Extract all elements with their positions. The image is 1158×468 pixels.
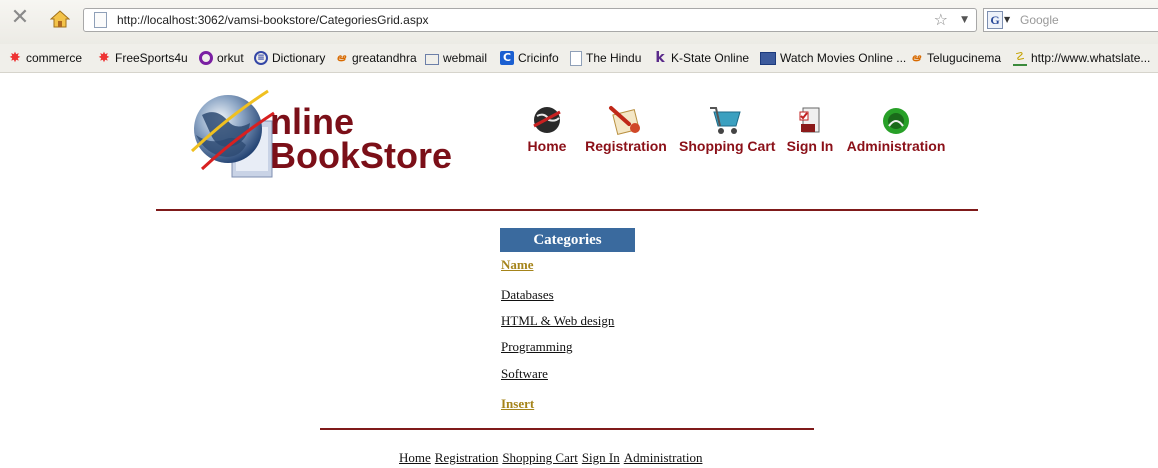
bookmark-label: Cricinfo: [518, 51, 559, 65]
search-input[interactable]: Google: [1020, 9, 1059, 31]
site-logo: nline BookStore: [188, 85, 453, 189]
footer-link-administration[interactable]: Administration: [624, 450, 703, 465]
kstate-icon: k: [655, 50, 665, 66]
bookmark-whatslate[interactable]: ☡ http://www.whatslate...: [1013, 44, 1150, 72]
bookmark-freesports4u[interactable]: ✸ FreeSports4u: [97, 44, 188, 72]
bookmark-label: Watch Movies Online ...: [780, 51, 907, 65]
film-icon: [760, 51, 776, 65]
footer-link-sign-in[interactable]: Sign In: [582, 450, 620, 465]
bookmark-watch-movies[interactable]: Watch Movies Online ...: [760, 44, 906, 72]
header-divider: [156, 209, 978, 211]
footer-link-registration[interactable]: Registration: [435, 450, 499, 465]
dropdown-arrow-icon[interactable]: ▼: [961, 9, 968, 31]
commerce-icon: ✸: [9, 50, 21, 66]
nav-home[interactable]: Home: [522, 104, 572, 154]
stop-icon[interactable]: ✕: [10, 7, 30, 29]
administration-icon: [883, 108, 909, 134]
cricinfo-icon: C: [500, 51, 514, 65]
commerce-icon: ✸: [98, 50, 110, 66]
link-icon: ☡: [1013, 50, 1027, 66]
telugu-icon: ఆ: [911, 51, 921, 64]
bookmark-label: Telugucinema: [927, 51, 1002, 65]
globe-icon: [190, 89, 275, 178]
nav-administration[interactable]: Administration: [844, 104, 948, 154]
bookmark-label: http://www.whatslate...: [1031, 51, 1151, 65]
dictionary-icon: ≡: [254, 51, 268, 65]
bookmark-label: FreeSports4u: [115, 51, 188, 65]
registration-icon: [609, 106, 640, 135]
url-text[interactable]: http://localhost:3062/vamsi-bookstore/Ca…: [117, 9, 429, 31]
address-bar[interactable]: http://localhost:3062/vamsi-bookstore/Ca…: [83, 8, 977, 32]
browser-navigation-bar: ✕ http://localhost:3062/vamsi-bookstore/…: [0, 0, 1158, 44]
bookmark-label: The Hindu: [586, 51, 642, 65]
nav-shopping-cart-label: Shopping Cart: [679, 138, 776, 154]
bookmark-commerce[interactable]: ✸ commerce: [8, 44, 82, 72]
categories-grid-title: Categories: [500, 228, 635, 252]
category-link-programming[interactable]: Programming: [501, 339, 573, 355]
bookmark-star-icon[interactable]: ☆: [934, 9, 948, 31]
category-link-software[interactable]: Software: [501, 366, 548, 382]
bookmark-label: Dictionary: [272, 51, 326, 65]
nav-administration-label: Administration: [846, 138, 946, 154]
bookmarks-toolbar: ✸ commerce ✸ FreeSports4u orkut ≡ Dictio…: [0, 44, 1158, 73]
page-icon: [94, 12, 107, 28]
home-globe-icon: [533, 107, 561, 133]
telugu-icon: ఆ: [336, 51, 346, 64]
bookmark-greatandhra[interactable]: ఆ greatandhra: [334, 44, 417, 72]
mail-icon: [425, 53, 439, 65]
nav-shopping-cart[interactable]: Shopping Cart: [679, 104, 775, 154]
logo-text: nline BookStore: [270, 101, 453, 176]
bookmark-label: commerce: [26, 51, 83, 65]
nav-sign-in[interactable]: Sign In: [786, 104, 834, 154]
nav-registration[interactable]: Registration: [584, 104, 668, 154]
footer-navigation: Home Registration Shopping Cart Sign In Admi…: [399, 450, 706, 466]
home-icon[interactable]: [50, 10, 70, 28]
sign-in-icon: [799, 107, 820, 133]
nav-registration-label: Registration: [585, 138, 667, 154]
shopping-cart-icon: [710, 107, 741, 134]
nav-sign-in-label: Sign In: [786, 138, 834, 154]
bookmark-webmail[interactable]: webmail: [425, 44, 487, 72]
category-link-databases[interactable]: Databases: [501, 287, 554, 303]
main-navigation: Home Registration Shopping Cart Sign In: [522, 104, 952, 164]
logo-line-2: BookStore: [270, 135, 453, 176]
insert-link[interactable]: Insert: [501, 396, 534, 412]
bookmark-cricinfo[interactable]: C Cricinfo: [500, 44, 559, 72]
search-engine-dropdown-icon[interactable]: ▼: [1004, 9, 1010, 31]
bookmark-telugucinema[interactable]: ఆ Telugucinema: [909, 44, 1001, 72]
bookmark-label: orkut: [217, 51, 244, 65]
footer-link-home[interactable]: Home: [399, 450, 431, 465]
google-icon[interactable]: G: [987, 11, 1003, 29]
bookmark-kstate[interactable]: k K-State Online: [653, 44, 749, 72]
bookmark-orkut[interactable]: orkut: [199, 44, 244, 72]
bookmark-label: webmail: [443, 51, 488, 65]
footer-link-shopping-cart[interactable]: Shopping Cart: [502, 450, 577, 465]
category-link-html-web-design[interactable]: HTML & Web design: [501, 313, 614, 329]
bookmark-the-hindu[interactable]: The Hindu: [570, 44, 641, 72]
bookmark-dictionary[interactable]: ≡ Dictionary: [254, 44, 325, 72]
page-icon: [570, 50, 582, 66]
name-column-sort-link[interactable]: Name: [501, 257, 534, 273]
footer-divider: [320, 428, 814, 430]
bookmark-label: greatandhra: [352, 51, 417, 65]
bookmark-label: K-State Online: [671, 51, 750, 65]
logo-line-1: nline: [270, 101, 355, 142]
orkut-icon: [199, 51, 213, 65]
search-bar[interactable]: G ▼ Google: [983, 8, 1158, 32]
nav-home-label: Home: [527, 138, 567, 154]
